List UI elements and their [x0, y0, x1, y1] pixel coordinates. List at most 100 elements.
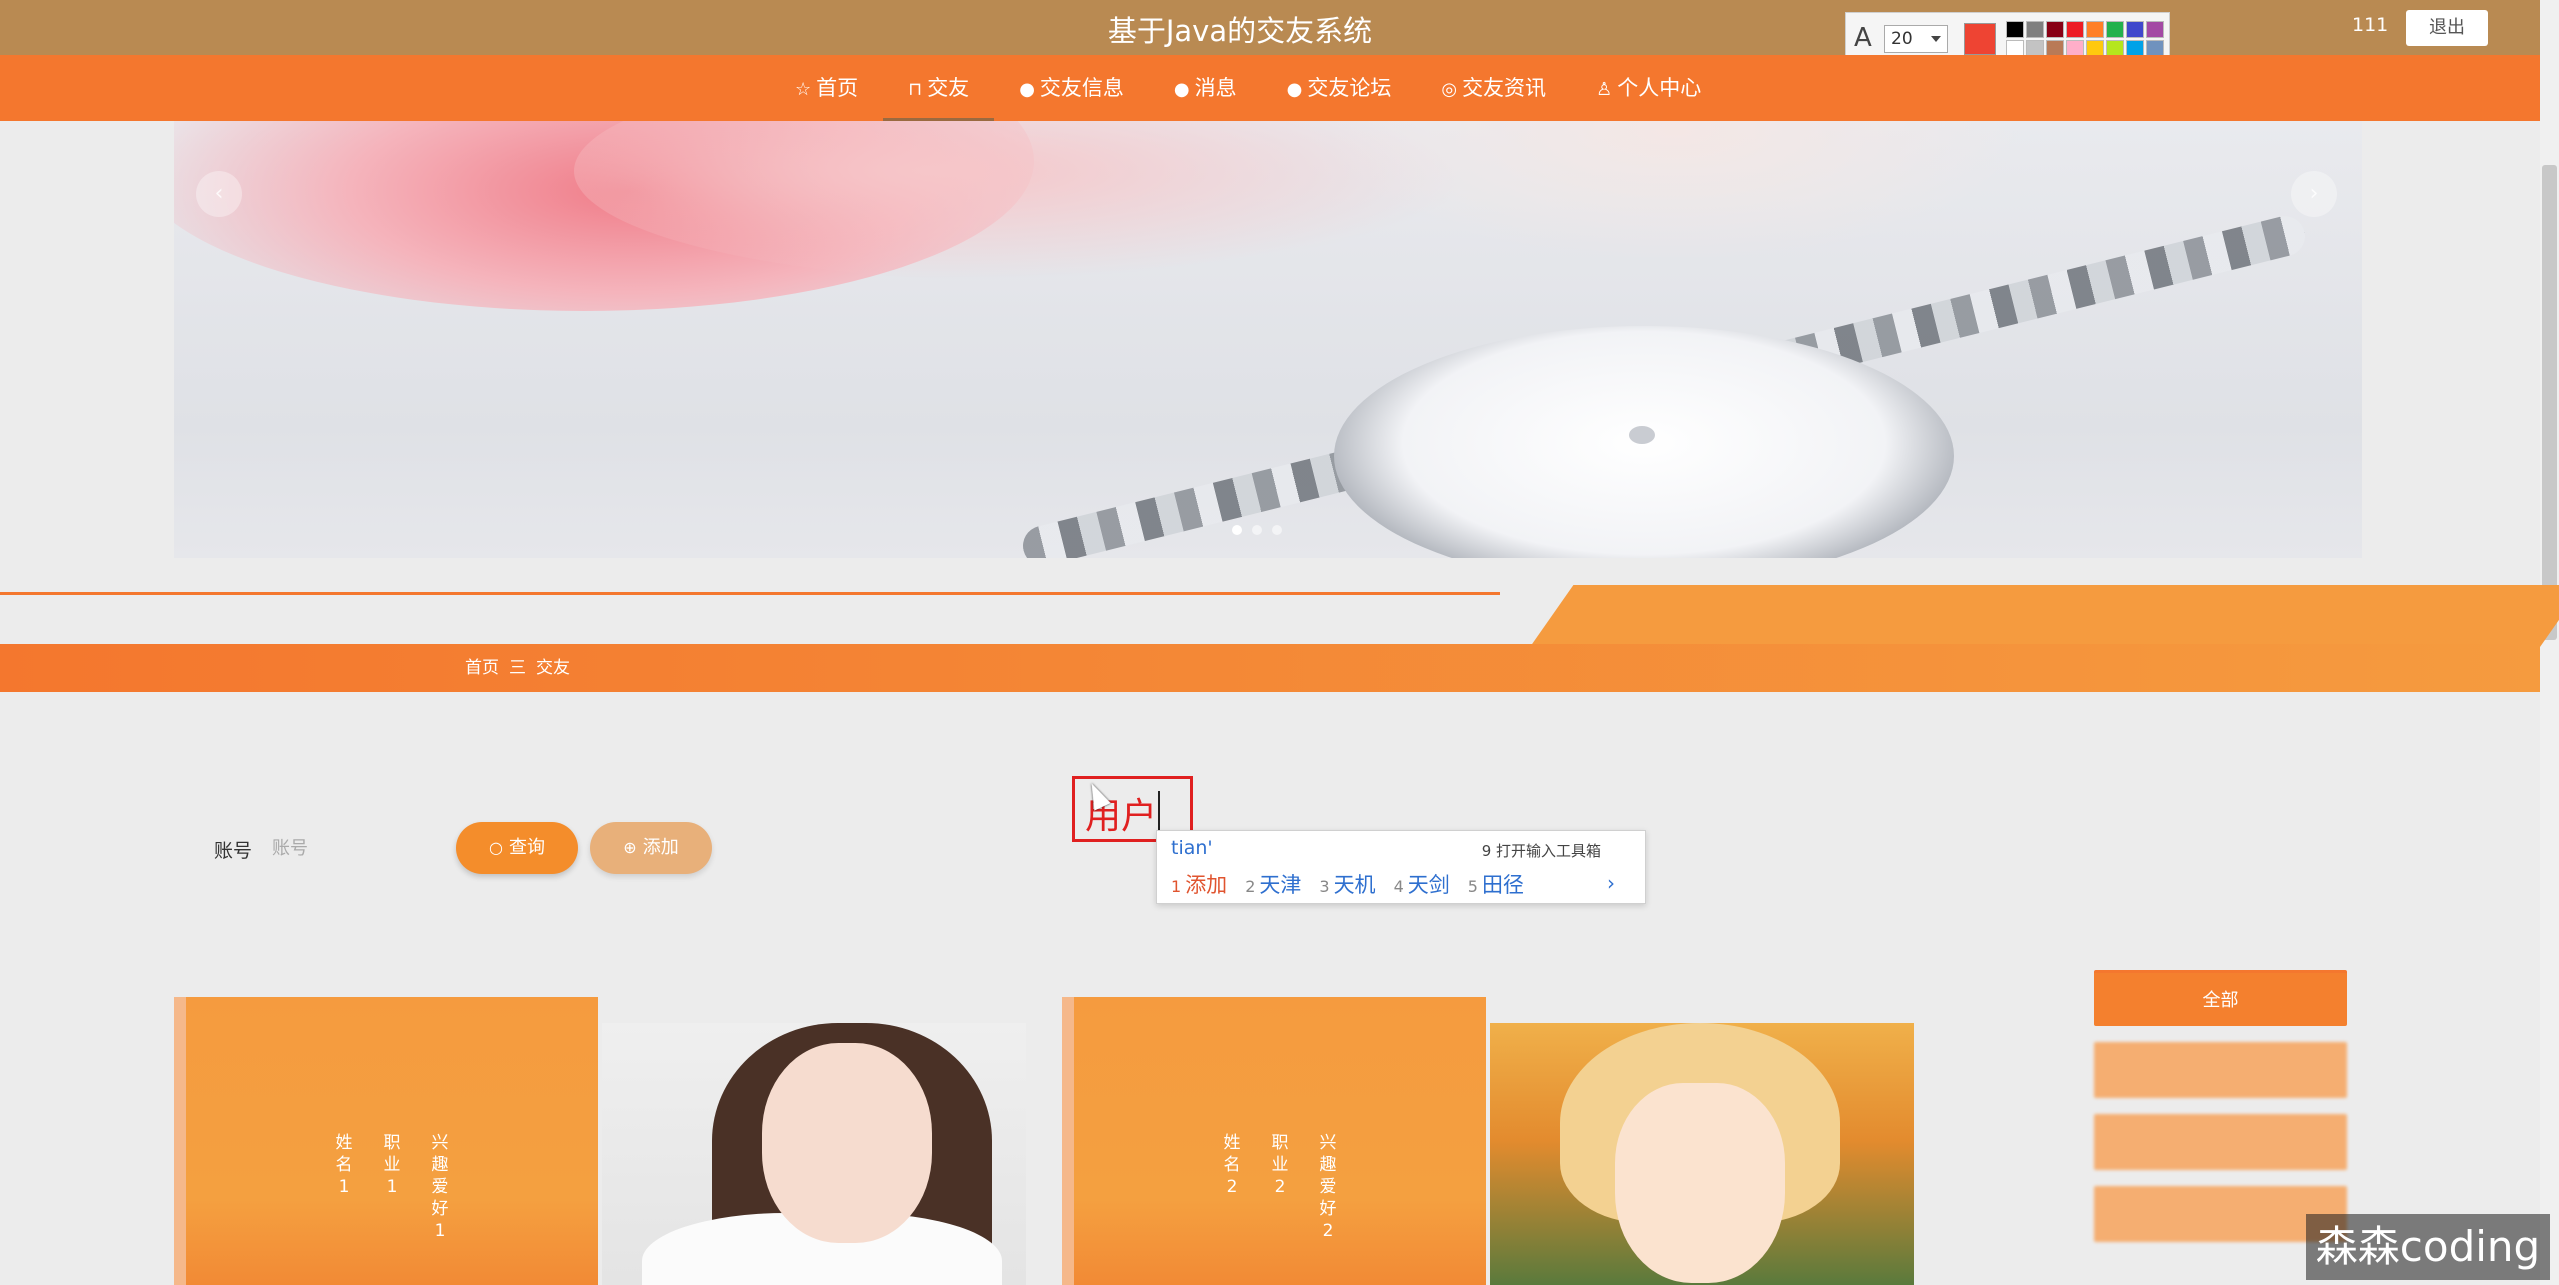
breadcrumb-separator: 三 — [509, 658, 526, 678]
breadcrumb-current: 交友 — [536, 658, 570, 678]
add-button[interactable]: ⊕ 添加 — [590, 822, 712, 874]
carousel-dot[interactable] — [1232, 525, 1242, 535]
info-icon: ● — [1019, 79, 1035, 100]
add-circle-icon: ⊕ — [623, 838, 637, 857]
nav-item-label: 消息 — [1194, 76, 1237, 100]
add-button-label: 添加 — [642, 837, 679, 858]
ime-candidate-text: 天机 — [1333, 873, 1376, 897]
ime-candidate-text: 天剑 — [1407, 873, 1450, 897]
current-color-swatch[interactable] — [1964, 23, 1996, 55]
palette-swatch[interactable] — [2006, 21, 2024, 38]
palette-swatch[interactable] — [2126, 21, 2144, 38]
logout-button[interactable]: 退出 — [2406, 10, 2488, 46]
main-nav: ☆ 首页 ⊓ 交友 ● 交友信息 ● 消息 ● 交友论坛 ◎ 交友资讯 ♙ 个人中心 — [0, 55, 2540, 121]
card-photo[interactable] — [602, 1023, 1026, 1285]
card-name: 姓名2 — [1223, 1133, 1241, 1197]
ime-candidate-popup: tian' 9 打开输入工具箱 1 添加 2 天津 3 天机 4 天剑 5 田径 › — [1156, 830, 1646, 904]
palette-swatch[interactable] — [2146, 21, 2164, 38]
palette-swatch[interactable] — [2106, 21, 2124, 38]
query-button-label: 查询 — [508, 837, 545, 858]
ime-candidate-number: 1 — [1171, 877, 1182, 896]
breadcrumb-bar: 首页三交友 — [0, 644, 2540, 692]
nav-item-label: 交友信息 — [1039, 76, 1124, 100]
ime-candidate-number: 4 — [1393, 877, 1404, 896]
account-search-input[interactable] — [272, 826, 432, 870]
nav-item-label: 个人中心 — [1617, 76, 1702, 100]
current-user-name: 111 — [2352, 14, 2389, 36]
friend-card[interactable]: 姓名1 职业1 兴趣爱好1 — [174, 997, 1034, 1285]
palette-swatch[interactable] — [2026, 21, 2044, 38]
card-job: 职业2 — [1271, 1133, 1289, 1197]
info-circle-icon: ● — [1286, 79, 1303, 100]
nav-item-label: 交友 — [927, 76, 970, 100]
ime-candidate-number: 5 — [1467, 877, 1478, 896]
card-name: 姓名1 — [335, 1133, 353, 1197]
photo-portrait-face — [762, 1043, 932, 1243]
banner-carousel: ‹ › — [174, 121, 2362, 558]
scrollbar-thumb[interactable] — [2542, 165, 2557, 640]
ime-candidate-number: 3 — [1319, 877, 1330, 896]
ime-candidate[interactable]: 5 田径 — [1468, 869, 1524, 899]
nav-item-label: 交友论坛 — [1307, 76, 1392, 100]
decorative-band — [1600, 585, 2540, 647]
carousel-dot[interactable] — [1272, 525, 1282, 535]
nav-item-6[interactable]: ♙ 个人中心 — [1571, 55, 1726, 121]
breadcrumb-home[interactable]: 首页 — [465, 658, 499, 678]
nav-item-label: 首页 — [816, 76, 859, 100]
ime-candidate-text: 田径 — [1481, 873, 1524, 897]
ime-candidates: 1 添加 2 天津 3 天机 4 天剑 5 田径 — [1171, 869, 1524, 899]
carousel-dot[interactable] — [1252, 525, 1262, 535]
carousel-prev-button[interactable]: ‹ — [196, 171, 242, 217]
bag-icon: ⊓ — [908, 79, 923, 100]
nav-item-label: 交友资讯 — [1462, 76, 1547, 100]
card-info-panel: 姓名2 职业2 兴趣爱好2 — [1062, 997, 1486, 1285]
font-size-icon: A — [1854, 23, 1872, 53]
banner-image-petal — [1324, 121, 2024, 261]
category-all[interactable]: 全部 — [2094, 970, 2347, 1026]
card-hobby: 兴趣爱好2 — [1319, 1133, 1337, 1241]
carousel-indicators — [1232, 525, 1282, 535]
category-item[interactable] — [2094, 1114, 2347, 1170]
breadcrumb: 首页三交友 — [465, 644, 570, 692]
card-info-panel: 姓名1 职业1 兴趣爱好1 — [174, 997, 598, 1285]
card-info-columns: 姓名2 职业2 兴趣爱好2 — [1074, 1132, 1486, 1242]
card-hobby: 兴趣爱好1 — [431, 1133, 449, 1241]
font-size-select[interactable]: 20 — [1884, 25, 1948, 53]
card-info-columns: 姓名1 职业1 兴趣爱好1 — [186, 1132, 598, 1242]
palette-swatch[interactable] — [2046, 21, 2064, 38]
globe-icon: ◎ — [1441, 79, 1458, 100]
nav-item-0[interactable]: ☆ 首页 — [770, 55, 883, 121]
nav-items: ☆ 首页 ⊓ 交友 ● 交友信息 ● 消息 ● 交友论坛 ◎ 交友资讯 ♙ 个人中心 — [770, 55, 1726, 121]
ime-pinyin-input: tian' — [1171, 837, 1213, 859]
font-size-value: 20 — [1891, 29, 1913, 49]
carousel-next-button[interactable]: › — [2291, 171, 2337, 217]
palette-swatch[interactable] — [2066, 21, 2084, 38]
video-watermark: 森森coding — [2306, 1214, 2550, 1280]
chevron-down-icon — [1931, 36, 1941, 42]
ime-toolbox-link[interactable]: 9 打开输入工具箱 — [1482, 840, 1601, 861]
nav-item-4[interactable]: ● 交友论坛 — [1262, 55, 1417, 121]
ime-candidate-text: 添加 — [1185, 873, 1228, 897]
nav-item-1[interactable]: ⊓ 交友 — [883, 55, 995, 121]
ime-candidate-text: 天津 — [1259, 873, 1302, 897]
ime-candidate-number: 2 — [1245, 877, 1256, 896]
card-photo[interactable] — [1490, 1023, 1914, 1285]
category-item[interactable] — [2094, 1042, 2347, 1098]
ime-next-page-icon[interactable]: › — [1607, 871, 1615, 895]
question-icon: ● — [1173, 79, 1190, 100]
nav-item-3[interactable]: ● 消息 — [1149, 55, 1262, 121]
search-icon: ○ — [489, 838, 503, 857]
user-icon: ♙ — [1596, 79, 1613, 100]
nav-item-5[interactable]: ◎ 交友资讯 — [1416, 55, 1571, 121]
ime-candidate[interactable]: 1 添加 — [1171, 869, 1227, 899]
star-icon: ☆ — [795, 79, 812, 100]
query-button[interactable]: ○ 查询 — [456, 822, 578, 874]
ime-candidate[interactable]: 3 天机 — [1319, 869, 1375, 899]
nav-item-2[interactable]: ● 交友信息 — [994, 55, 1149, 121]
color-palette — [2006, 21, 2164, 57]
ime-candidate[interactable]: 2 天津 — [1245, 869, 1301, 899]
palette-swatch[interactable] — [2086, 21, 2104, 38]
card-job: 职业1 — [383, 1133, 401, 1197]
friend-card[interactable]: 姓名2 职业2 兴趣爱好2 — [1062, 997, 1922, 1285]
ime-candidate[interactable]: 4 天剑 — [1394, 869, 1450, 899]
